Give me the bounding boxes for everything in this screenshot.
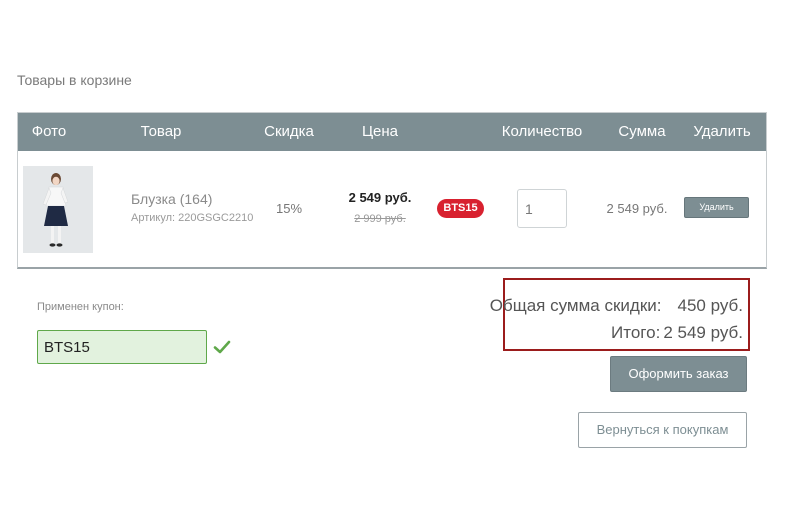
product-name-link[interactable]: Блузка (164) (131, 191, 212, 207)
grand-total-line: Итого: 2 549 руб. (611, 323, 743, 343)
column-header-sum: Сумма (618, 123, 666, 140)
product-sku: Артикул: 220GSGC2210 (131, 212, 254, 224)
cart-section-title: Товары в корзине (17, 72, 132, 88)
quantity-input[interactable] (517, 189, 567, 228)
product-photo[interactable] (23, 166, 93, 253)
grand-total-label: Итого: (611, 323, 661, 342)
cart-table: Фото Товар Скидка Цена Количество Сумма … (17, 112, 767, 269)
item-old-price: 2 999 руб. (354, 213, 406, 225)
delete-item-button[interactable]: Удалить (684, 197, 749, 218)
column-header-photo: Фото (31, 123, 67, 140)
column-header-product: Товар (140, 123, 182, 140)
column-header-price: Цена (361, 123, 399, 140)
column-header-delete: Удалить (693, 123, 751, 140)
check-icon (213, 340, 231, 354)
column-header-quantity: Количество (501, 123, 583, 140)
product-photo-image (23, 166, 93, 253)
column-header-discount: Скидка (264, 123, 314, 140)
table-row: Блузка (164) Артикул: 220GSGC2210 15% 2 … (18, 151, 766, 268)
checkout-button[interactable]: Оформить заказ (610, 356, 747, 392)
grand-total-value: 2 549 руб. (663, 323, 743, 342)
order-totals: Общая сумма скидки: 450 руб. Итого: 2 549 … (490, 278, 750, 351)
coupon-badge: BTS15 (437, 199, 484, 218)
item-sum: 2 549 руб. (606, 201, 668, 216)
cart-table-header: Фото Товар Скидка Цена Количество Сумма … (18, 113, 766, 151)
coupon-label: Применен купон: (37, 301, 124, 313)
discount-total-value: 450 руб. (677, 296, 743, 315)
continue-shopping-button[interactable]: Вернуться к покупкам (578, 412, 747, 448)
item-price: 2 549 руб. (348, 190, 412, 205)
item-discount: 15% (275, 201, 303, 216)
coupon-input[interactable] (37, 330, 207, 364)
discount-total-line: Общая сумма скидки: 450 руб. (490, 296, 743, 316)
discount-total-label: Общая сумма скидки: (489, 296, 662, 315)
